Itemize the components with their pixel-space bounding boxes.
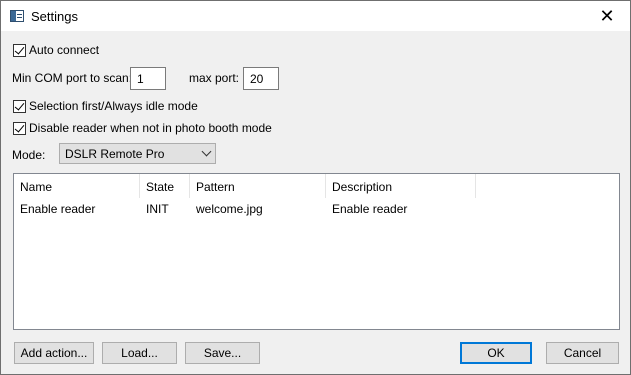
max-port-input[interactable]: 20 <box>243 67 279 90</box>
mode-selected-value: DSLR Remote Pro <box>65 147 165 161</box>
settings-dialog: Settings ✕ Auto connect Min COM port to … <box>0 0 631 375</box>
checkmark-icon <box>14 43 25 55</box>
close-icon: ✕ <box>599 5 615 27</box>
title-bar[interactable]: Settings ✕ <box>1 1 630 31</box>
settings-window-icon <box>10 10 24 22</box>
min-com-port-input[interactable]: 1 <box>130 67 166 90</box>
cell-state: INIT <box>146 202 169 216</box>
cell-name: Enable reader <box>20 202 96 216</box>
max-port-label: max port: <box>189 71 240 85</box>
column-header-name[interactable]: Name <box>14 174 140 198</box>
checkmark-icon <box>14 121 25 133</box>
disable-reader-checkbox-row[interactable]: Disable reader when not in photo booth m… <box>13 121 272 135</box>
disable-reader-label: Disable reader when not in photo booth m… <box>29 121 272 135</box>
table-row[interactable]: Enable reader INIT welcome.jpg Enable re… <box>14 200 619 218</box>
checkmark-icon <box>14 99 25 111</box>
disable-reader-checkbox[interactable] <box>13 121 26 135</box>
mode-dropdown[interactable]: DSLR Remote Pro <box>59 143 216 164</box>
add-action-button[interactable]: Add action... <box>14 342 94 364</box>
min-com-port-label: Min COM port to scan: <box>12 71 133 85</box>
selection-first-checkbox-row[interactable]: Selection first/Always idle mode <box>13 99 198 113</box>
actions-list[interactable]: Name State Pattern Description Enable re… <box>13 173 620 330</box>
cell-pattern: welcome.jpg <box>196 202 263 216</box>
mode-label: Mode: <box>12 148 46 162</box>
column-header-state[interactable]: State <box>140 174 190 198</box>
selection-first-checkbox[interactable] <box>13 99 26 113</box>
cell-description: Enable reader <box>332 202 408 216</box>
close-button[interactable]: ✕ <box>584 1 630 31</box>
cancel-button[interactable]: Cancel <box>546 342 619 364</box>
ok-button[interactable]: OK <box>460 342 532 364</box>
save-button[interactable]: Save... <box>185 342 260 364</box>
column-header-pattern[interactable]: Pattern <box>190 174 326 198</box>
selection-first-label: Selection first/Always idle mode <box>29 99 198 113</box>
load-button[interactable]: Load... <box>102 342 177 364</box>
auto-connect-checkbox-row[interactable]: Auto connect <box>13 43 99 57</box>
chevron-down-icon <box>201 146 212 157</box>
actions-list-header: Name State Pattern Description <box>14 174 619 198</box>
auto-connect-label: Auto connect <box>29 43 100 57</box>
auto-connect-checkbox[interactable] <box>13 43 26 57</box>
column-header-description[interactable]: Description <box>326 174 476 198</box>
window-title: Settings <box>31 9 78 24</box>
